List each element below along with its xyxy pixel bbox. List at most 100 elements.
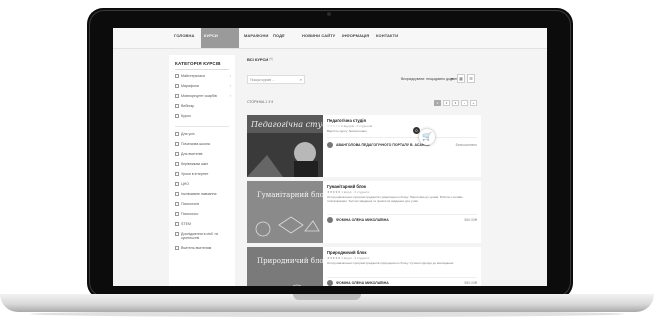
laptop-notch xyxy=(293,294,361,300)
nav-item-marathons[interactable]: МАРАФОНИ xyxy=(241,28,271,48)
thumb-title: Природничий блок xyxy=(257,257,323,265)
sidebar-item[interactable]: Початкова школа xyxy=(175,142,233,148)
grid-view-button[interactable]: ▦ xyxy=(457,74,465,83)
course-card[interactable]: Педагогічна студія Педагогічна студія ☆☆… xyxy=(247,115,481,177)
sidebar-item[interactable]: Вчитель вчителям xyxy=(175,246,233,252)
sidebar-item[interactable]: Психологія xyxy=(175,202,233,208)
cart-count-badge: 0 xyxy=(413,127,420,134)
sidebar-item[interactable]: ЦНО xyxy=(175,182,233,188)
course-meta: ★★★★★ 1 відгук · 2 студенти xyxy=(327,190,370,194)
avatar xyxy=(327,217,333,223)
course-description: Огляд навчальних програм предметів гуман… xyxy=(327,195,463,203)
checkbox[interactable] xyxy=(175,84,179,88)
tab-all-courses[interactable]: ВСІ КУРСИ xyxy=(247,57,268,62)
course-price: Безкоштовно xyxy=(455,143,477,147)
checkbox[interactable] xyxy=(175,192,179,196)
filter-tabs: ВСІ КУРСИ (9) xyxy=(247,55,481,65)
course-meta: ☆☆☆☆☆ 0 відгуків · 0 студентів xyxy=(327,124,373,128)
category-sidebar: КАТЕГОРІЯ КУРСІВ Майстеркласи › Марафони ›… xyxy=(169,55,235,286)
course-thumbnail[interactable]: Педагогічна студія xyxy=(247,115,323,177)
thumb-title: Педагогічна студія xyxy=(250,120,323,129)
divider xyxy=(327,277,477,278)
checkbox[interactable] xyxy=(175,172,179,176)
page-button[interactable]: 2 xyxy=(443,100,450,106)
course-card[interactable]: Природничий блок Природничий блок ★★★★★ … xyxy=(247,247,481,286)
course-description: Огляд навчальних програм предметів приро… xyxy=(327,261,455,265)
sidebar-item[interactable]: Інклюзивне навчання xyxy=(175,192,233,198)
course-author[interactable]: ФОМІНА ОЛЕНА МИКОЛАЇВНА xyxy=(336,218,389,222)
chevron-right-icon[interactable]: › xyxy=(230,93,231,98)
course-thumbnail[interactable]: Гуманітарний блок xyxy=(247,181,323,243)
nav-item-events[interactable]: ПОДІЇ xyxy=(270,28,288,48)
course-title[interactable]: Педагогічна студія xyxy=(327,118,366,123)
checkbox[interactable] xyxy=(175,74,179,78)
course-description: Вартість курсу: безкоштовно xyxy=(327,129,367,133)
camera-icon xyxy=(327,12,331,16)
sort-select[interactable]: Впорядкувати: нещодавно додані ▾ xyxy=(401,75,457,84)
checkbox[interactable] xyxy=(175,94,179,98)
checkbox[interactable] xyxy=(175,202,179,206)
chevron-down-icon: ▾ xyxy=(451,76,454,81)
sidebar-item[interactable]: Для усіх xyxy=(175,132,233,138)
checkbox[interactable] xyxy=(175,222,179,226)
nav-item-info[interactable]: ІНФОРМАЦІЯ xyxy=(339,28,372,48)
search-icon[interactable]: ⌕ xyxy=(300,77,302,82)
cart-icon: 🛒 xyxy=(422,132,432,141)
sidebar-item[interactable]: Психолого xyxy=(175,212,233,218)
sidebar-item[interactable]: Уроки в інтернет xyxy=(175,172,233,178)
sidebar-item-marathons[interactable]: Марафони › xyxy=(175,83,233,90)
sidebar-item[interactable]: Керівникам шкіл xyxy=(175,162,233,168)
page-info: СТОРІНКА 1 З 9 xyxy=(247,100,274,104)
nav-item-news[interactable]: НОВИНИ САЙТУ xyxy=(299,28,338,48)
checkbox[interactable] xyxy=(175,142,179,146)
course-thumbnail[interactable]: Природничий блок xyxy=(247,247,323,286)
checkbox[interactable] xyxy=(175,114,179,118)
checkbox[interactable] xyxy=(175,232,179,236)
course-author[interactable]: АВАНГОЛОВА ПЕДАГОГІЧНОГО ПОРТАЛУ В. АСАН… xyxy=(336,143,430,147)
sidebar-divider xyxy=(175,69,229,70)
sidebar-item-webinar[interactable]: Вебінар xyxy=(175,104,233,110)
list-view-button[interactable]: ☰ xyxy=(467,74,475,83)
sidebar-divider xyxy=(175,126,229,127)
course-card[interactable]: Гуманітарний блок Гуманітарний блок ★★★★… xyxy=(247,181,481,243)
avatar xyxy=(327,142,333,148)
checkbox[interactable] xyxy=(175,246,179,250)
sidebar-item[interactable]: Дослідження в сім'ї та суспільстві xyxy=(175,232,233,241)
course-count: (9) xyxy=(269,57,274,61)
course-price: 550.00₴ xyxy=(464,218,477,222)
avatar xyxy=(327,280,333,286)
sidebar-item-treasures[interactable]: Мовнорецепт скарбів › xyxy=(175,93,233,100)
course-price: 550.00₴ xyxy=(464,281,477,285)
chevron-right-icon[interactable]: › xyxy=(230,83,231,88)
cart-button[interactable]: 🛒 xyxy=(419,129,435,145)
sidebar-item-masterclasses[interactable]: Майстеркласи › xyxy=(175,73,233,80)
nav-item-home[interactable]: ГОЛОВНА xyxy=(171,28,198,48)
checkbox[interactable] xyxy=(175,182,179,186)
page-button[interactable]: 1 xyxy=(434,100,441,106)
course-list: ВСІ КУРСИ (9) Пошук курсів ... ⌕ Впорядк… xyxy=(241,55,487,286)
divider xyxy=(327,214,477,215)
sidebar-item-courses[interactable]: Курси xyxy=(175,114,233,120)
course-title[interactable]: Гуманітарний блок xyxy=(327,184,366,189)
page-button[interactable]: 3 xyxy=(452,100,459,106)
checkbox[interactable] xyxy=(175,212,179,216)
sidebar-item[interactable]: STEM xyxy=(175,222,233,228)
checkbox[interactable] xyxy=(175,152,179,156)
course-author[interactable]: ФОМІНА ОЛЕНА МИКОЛАЇВНА xyxy=(336,281,389,285)
page-next-button[interactable]: › xyxy=(461,100,468,106)
screen: ГОЛОВНА КУРСИ МАРАФОНИ ПОДІЇ НОВИНИ САЙТ… xyxy=(113,28,547,286)
checkbox[interactable] xyxy=(175,162,179,166)
checkbox[interactable] xyxy=(175,132,179,136)
nav-item-contacts[interactable]: КОНТАКТИ xyxy=(373,28,401,48)
page-last-button[interactable]: » xyxy=(470,100,477,106)
chevron-right-icon[interactable]: › xyxy=(230,73,231,78)
sidebar-item[interactable]: Для вчителів xyxy=(175,152,233,158)
top-navigation: ГОЛОВНА КУРСИ МАРАФОНИ ПОДІЇ НОВИНИ САЙТ… xyxy=(113,28,547,49)
divider xyxy=(327,137,477,138)
course-meta: ★★★★★ 1 відгук · 2 студенти xyxy=(327,256,370,260)
nav-item-courses[interactable]: КУРСИ xyxy=(201,28,239,48)
sidebar-title: КАТЕГОРІЯ КУРСІВ xyxy=(175,61,221,66)
course-title[interactable]: Природничий блок xyxy=(327,250,366,255)
checkbox[interactable] xyxy=(175,104,179,108)
search-input[interactable]: Пошук курсів ... ⌕ xyxy=(247,75,305,84)
